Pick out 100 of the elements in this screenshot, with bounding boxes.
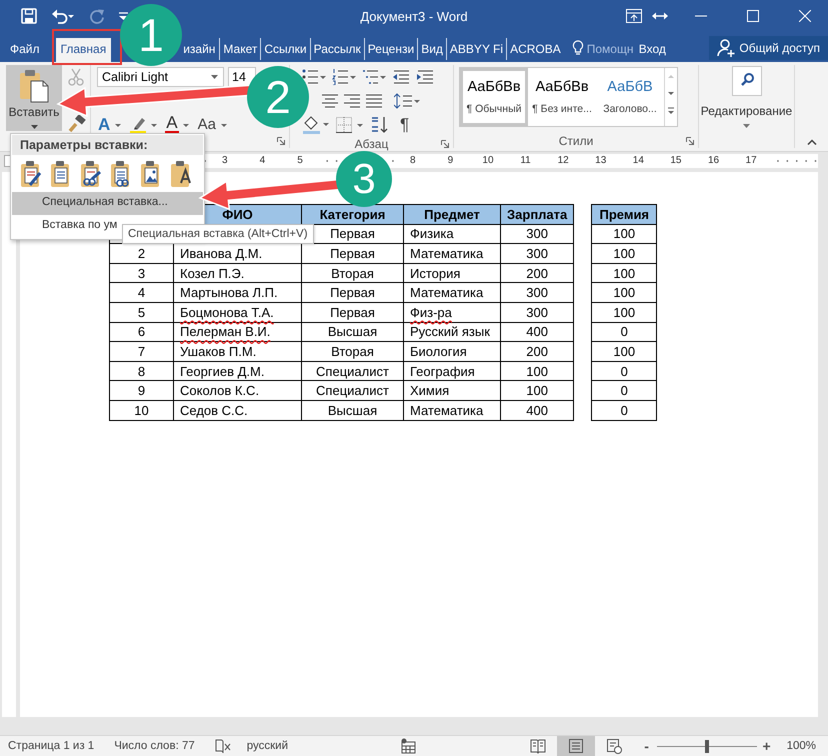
menu-item[interactable]: Специальная вставка... xyxy=(12,192,203,215)
justify-icon[interactable] xyxy=(366,94,382,108)
style-item[interactable]: АаБбВв ¶ Без инте... xyxy=(528,68,596,126)
dialog-launcher-icon[interactable] xyxy=(277,137,285,145)
line-spacing-icon[interactable] xyxy=(394,93,420,109)
double-arrow-icon[interactable] xyxy=(652,12,668,20)
table-cell: 10 xyxy=(110,400,174,420)
ribbon-tab[interactable]: Рассылк xyxy=(310,38,364,60)
print-layout-button[interactable] xyxy=(556,736,595,756)
language-indicator[interactable]: русский xyxy=(246,740,288,752)
sign-in-link[interactable]: Вход xyxy=(638,42,666,56)
read-mode-icon xyxy=(530,738,546,754)
table-cell: Боцмонова Т.А. xyxy=(174,302,302,322)
undo-icon[interactable] xyxy=(51,8,75,24)
table-cell: 200 xyxy=(500,263,574,283)
table-cell: 0 xyxy=(592,400,657,420)
ribbon-tab[interactable]: Макет xyxy=(219,38,260,60)
change-case-button[interactable]: Aa xyxy=(196,115,217,135)
clipboard-link-icon[interactable] xyxy=(108,159,132,189)
zoom-in-button[interactable]: + xyxy=(760,738,773,754)
share-button[interactable]: Общий доступ xyxy=(709,36,828,60)
zoom-slider-thumb[interactable] xyxy=(704,740,709,752)
table-cell: Вторая xyxy=(302,263,404,283)
maximize-icon[interactable] xyxy=(747,10,759,22)
paste-button[interactable]: Вставить xyxy=(6,65,62,131)
text-effects-button[interactable]: A xyxy=(97,115,112,135)
table-cell: 300 xyxy=(500,302,574,322)
editing-button[interactable]: Редактирование xyxy=(703,65,790,133)
table-cell: Физика xyxy=(404,224,500,244)
ribbon-display-icon[interactable] xyxy=(626,9,642,23)
clipboard-document-icon[interactable] xyxy=(48,159,72,189)
style-item[interactable]: АаБбВв ¶ Обычный xyxy=(460,68,528,126)
multilevel-list-icon[interactable] xyxy=(362,69,386,85)
ribbon-tab[interactable]: Главная xyxy=(56,38,112,62)
print-layout-icon xyxy=(568,738,584,754)
zoom-out-button[interactable]: - xyxy=(640,738,653,754)
numbered-list-icon[interactable] xyxy=(332,69,356,85)
ribbon-tab[interactable]: Рецензи xyxy=(364,38,418,60)
table-cell: География xyxy=(404,361,500,381)
table-cell: 0 xyxy=(592,322,657,342)
ribbon-tab[interactable]: ACROBA xyxy=(506,38,564,60)
table-cell: 3 xyxy=(110,263,174,283)
clipboard-brush-icon[interactable] xyxy=(18,159,42,189)
table-cell: История xyxy=(404,263,500,283)
sort-icon[interactable] xyxy=(370,116,390,134)
save-icon[interactable] xyxy=(21,8,37,24)
ribbon-tab[interactable]: Файл xyxy=(6,38,44,60)
increase-indent-icon[interactable] xyxy=(416,69,434,85)
table-cell: 0 xyxy=(592,361,657,381)
table-cell: 4 xyxy=(110,282,174,302)
column-header: Предмет xyxy=(404,204,500,224)
clipboard-link-brush-icon[interactable] xyxy=(78,159,102,189)
zoom-level[interactable]: 100% xyxy=(786,740,816,752)
dialog-launcher-icon[interactable] xyxy=(686,137,694,145)
table-cell: Первая xyxy=(302,302,404,322)
table-cell: Высшая xyxy=(302,400,404,420)
table-cell: 400 xyxy=(500,322,574,342)
column-header: Премия xyxy=(592,204,657,224)
ribbon-tab[interactable]: Вид xyxy=(417,38,446,60)
dialog-launcher-icon[interactable] xyxy=(441,140,449,148)
table-cell: Математика xyxy=(404,244,500,264)
bullet-list-icon[interactable] xyxy=(302,69,326,85)
table-cell: Соколов К.С. xyxy=(174,380,302,400)
close-icon[interactable] xyxy=(799,10,811,22)
clipboard-icon xyxy=(19,69,49,103)
style-item[interactable]: АаБбВ Заголово... xyxy=(596,68,664,126)
tell-me-field[interactable]: Помощн xyxy=(586,42,633,56)
clipboard-picture-icon[interactable] xyxy=(138,159,162,189)
ribbon-tab[interactable]: изайн xyxy=(179,38,220,60)
align-center-icon[interactable] xyxy=(322,94,338,108)
proofing-book-icon[interactable] xyxy=(214,738,231,754)
caret-icon xyxy=(182,124,189,126)
table-cell: Седов С.С. xyxy=(174,400,302,420)
table-cell: Биология xyxy=(404,342,500,362)
table-cell: 300 xyxy=(500,244,574,264)
macro-recording-icon[interactable] xyxy=(400,738,416,754)
show-marks-button[interactable]: ¶ xyxy=(400,115,410,135)
table-cell: 100 xyxy=(592,244,657,264)
table-cell: Высшая xyxy=(302,322,404,342)
table-cell: 100 xyxy=(592,224,657,244)
decrease-indent-icon[interactable] xyxy=(392,69,410,85)
window-title: Документ3 - Word xyxy=(360,8,468,24)
collapse-ribbon-icon[interactable] xyxy=(806,139,816,145)
caret-icon xyxy=(30,125,38,129)
table-cell: Химия xyxy=(404,380,500,400)
table-cell: 7 xyxy=(110,342,174,362)
clipboard-text-icon[interactable] xyxy=(168,159,192,189)
align-right-icon[interactable] xyxy=(344,94,360,108)
font-name-field[interactable]: Calibri Light xyxy=(97,67,224,87)
caret-icon xyxy=(220,124,227,126)
ribbon-tab[interactable]: ABBYY Fi xyxy=(446,38,506,60)
page-count[interactable]: Страница 1 из 1 xyxy=(8,740,94,752)
ribbon-tab[interactable]: Ссылки xyxy=(260,38,310,60)
table-cell: 100 xyxy=(500,380,574,400)
table-cell: 8 xyxy=(110,361,174,381)
table-cell: 5 xyxy=(110,302,174,322)
paint-bucket-icon[interactable] xyxy=(302,116,330,134)
borders-icon[interactable] xyxy=(336,117,364,133)
paintbrush-icon[interactable] xyxy=(68,115,86,133)
word-count[interactable]: Число слов: 77 xyxy=(114,740,195,752)
